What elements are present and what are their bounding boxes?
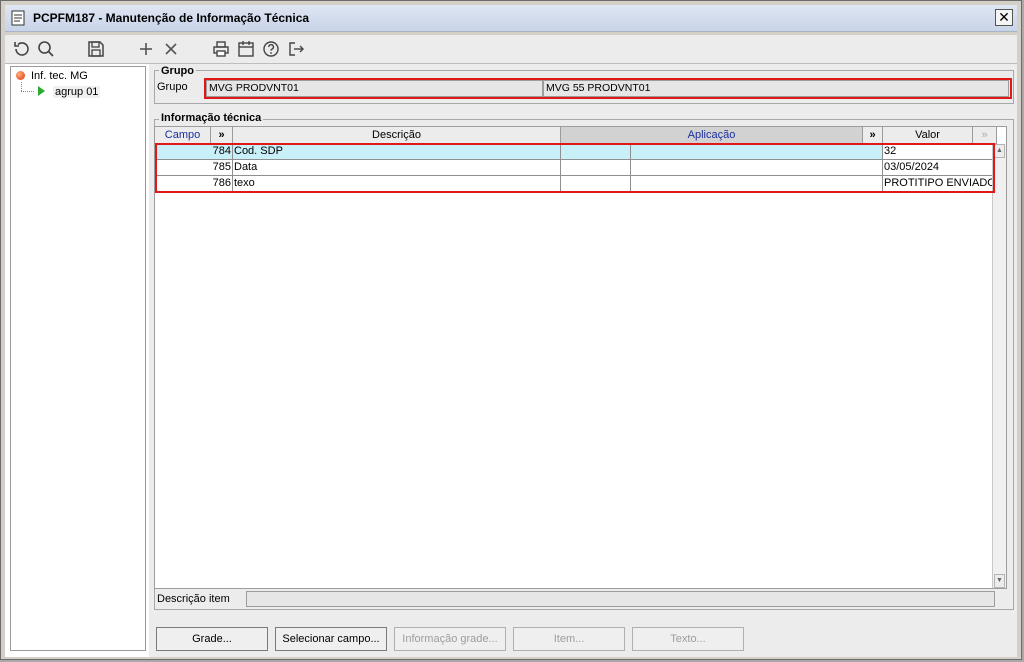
tree-node-label: Inf. tec. MG [31,70,88,82]
content-area: Inf. tec. MG agrup 01 Grupo Grupo MVG PR… [5,63,1017,657]
window-title: PCPFM187 - Manutenção de Informação Técn… [33,11,310,25]
column-header-campo[interactable]: Campo [155,127,211,144]
add-icon[interactable] [136,39,156,59]
info-tecnica-grid: Campo » Descrição Aplicação » Valor » 78… [154,126,1007,589]
scroll-down-arrow[interactable]: ▼ [994,574,1005,588]
tree-panel: Inf. tec. MG agrup 01 [10,66,146,651]
descricao-item-label: Descrição item [157,593,230,605]
main-pane: Grupo Grupo MVG PRODVNT01 MVG 55 PRODVNT… [149,64,1017,657]
print-icon[interactable] [211,39,231,59]
scroll-up-arrow[interactable]: ▲ [994,144,1005,158]
column-header-aplicacao[interactable]: Aplicação [561,127,863,144]
info-tecnica-legend: Informação técnica [159,112,264,124]
column-header-valor[interactable]: Valor [883,127,973,144]
grupo-label: Grupo [157,81,188,93]
highlight-box-rows [155,143,995,193]
help-icon[interactable] [261,39,281,59]
grupo-legend: Grupo [159,65,196,77]
refresh-icon[interactable] [11,39,31,59]
app-window: PCPFM187 - Manutenção de Informação Técn… [0,0,1022,660]
red-bullet-icon [16,71,25,80]
expand-columns-button[interactable]: » [211,127,233,144]
tree-node-root[interactable]: Inf. tec. MG [16,70,88,82]
column-header-descricao[interactable]: Descrição [233,127,561,144]
play-triangle-icon [38,86,45,96]
vertical-scrollbar[interactable]: ▲ ▼ [992,144,1006,588]
calendar-icon[interactable] [236,39,256,59]
expand-columns-button[interactable]: » [973,127,997,144]
descricao-item-field[interactable] [246,591,995,607]
texto-button[interactable]: Texto... [632,627,744,651]
expand-columns-button[interactable]: » [863,127,883,144]
exit-icon[interactable] [286,39,306,59]
search-icon[interactable] [36,39,56,59]
close-button[interactable]: ✕ [995,9,1013,26]
item-button[interactable]: Item... [513,627,625,651]
tree-node-label: agrup 01 [53,86,101,98]
document-icon [11,10,25,26]
tree-connector [21,91,34,93]
grade-button[interactable]: Grade... [156,627,268,651]
informacao-grade-button[interactable]: Informação grade... [394,627,506,651]
tree-connector [21,82,23,91]
delete-icon[interactable] [161,39,181,59]
highlight-box-grupo [204,78,1012,99]
title-bar: PCPFM187 - Manutenção de Informação Técn… [5,5,1017,32]
selecionar-campo-button[interactable]: Selecionar campo... [275,627,387,651]
tree-node-agrup[interactable]: agrup 01 [38,86,101,98]
toolbar [5,35,1017,63]
save-icon[interactable] [86,39,106,59]
